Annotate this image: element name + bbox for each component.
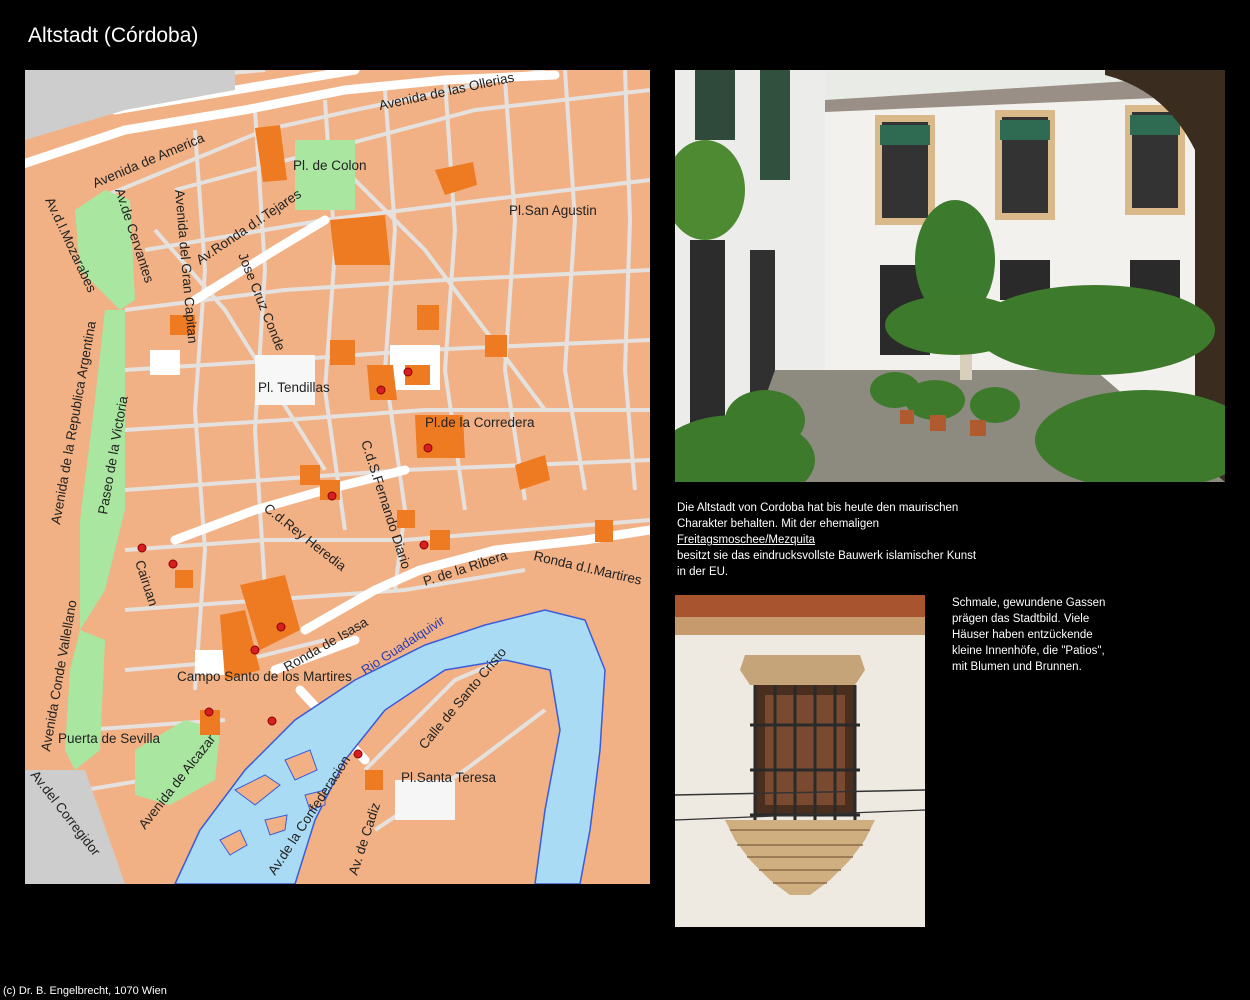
caption2-line: kleine Innenhöfe, die "Patios", <box>952 645 1105 657</box>
caption2-line: Häuser haben entzückende <box>952 629 1093 641</box>
old-town-map[interactable]: Avenida de las Ollerias Avenida de Ameri… <box>25 70 650 884</box>
caption1-line: in der EU. <box>677 566 729 578</box>
caption1-line: Die Altstadt von Cordoba hat bis heute d… <box>677 502 959 514</box>
label-pl-san-agustin: Pl.San Agustin <box>509 203 597 218</box>
photo-window <box>675 595 925 927</box>
caption1-line: Charakter behalten. Mit der ehemaligen <box>677 518 880 530</box>
label-pl-santa-teresa: Pl.Santa Teresa <box>401 770 497 785</box>
copyright-notice: (c) Dr. B. Engelbrecht, 1070 Wien <box>3 985 167 997</box>
label-puerta-sevilla: Puerta de Sevilla <box>58 731 161 746</box>
mezquita-link[interactable]: Freitagsmoschee/Mezquita <box>677 534 815 546</box>
page-title: Altstadt (Córdoba) <box>28 24 199 47</box>
label-pl-colon: Pl. de Colon <box>293 158 367 173</box>
caption-patios: Schmale, gewundene Gassen prägen das Sta… <box>952 595 1142 675</box>
caption2-line: Schmale, gewundene Gassen <box>952 597 1106 609</box>
caption2-line: prägen das Stadtbild. Viele <box>952 613 1090 625</box>
label-pl-tendillas: Pl. Tendillas <box>258 380 330 395</box>
label-campo-santo: Campo Santo de los Martires <box>177 669 352 684</box>
caption1-line: besitzt sie das eindrucksvollste Bauwerk… <box>677 550 977 562</box>
caption-altstadt: Die Altstadt von Cordoba hat bis heute d… <box>677 500 1007 580</box>
photo-courtyard <box>675 70 1225 482</box>
label-pl-corredera: Pl.de la Corredera <box>425 415 535 430</box>
caption2-line: mit Blumen und Brunnen. <box>952 661 1082 673</box>
